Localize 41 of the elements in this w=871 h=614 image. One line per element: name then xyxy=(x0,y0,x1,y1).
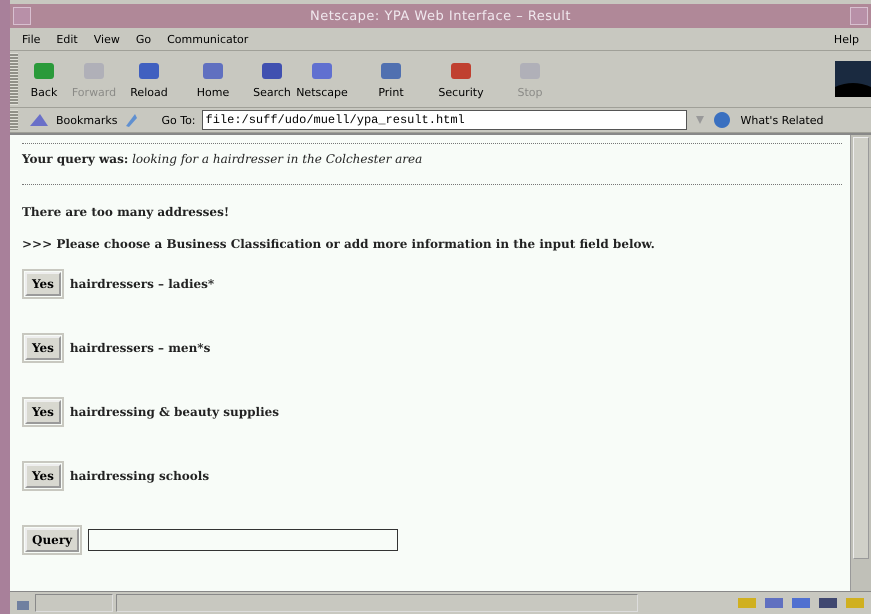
window-menu-button[interactable] xyxy=(13,7,31,25)
logo-icon xyxy=(835,61,871,97)
status-icon[interactable] xyxy=(762,595,786,611)
scrollbar[interactable] xyxy=(850,135,871,591)
query-button[interactable]: Query xyxy=(25,528,80,552)
url-field[interactable]: file:/suff/udo/muell/ypa_result.html xyxy=(202,110,687,130)
yes-button[interactable]: Yes xyxy=(25,400,61,424)
toolbar-button[interactable]: Security xyxy=(432,60,490,98)
window-title: Netscape: YPA Web Interface – Result xyxy=(308,8,572,24)
menu-item[interactable]: Communicator xyxy=(159,32,256,46)
menu-item[interactable]: Go xyxy=(128,32,160,46)
menu-item[interactable]: Help xyxy=(826,32,867,46)
minimize-button[interactable] xyxy=(850,7,868,25)
goto-label: Go To: xyxy=(161,114,196,126)
menu-item[interactable]: Edit xyxy=(48,32,86,46)
instruction-text: >>> Please choose a Business Classification or add more information in the input field below. xyxy=(22,237,656,251)
query-sentence: Your query was: looking for a hairdresser in the Colchester area xyxy=(22,152,424,166)
yes-button[interactable]: Yes xyxy=(25,336,61,360)
bookmarks-icon[interactable] xyxy=(28,112,50,128)
toolbar-button[interactable]: Back xyxy=(22,60,66,98)
menu-item[interactable]: View xyxy=(86,32,128,46)
status-icon[interactable] xyxy=(789,595,813,611)
yes-button[interactable]: Yes xyxy=(25,272,61,296)
toolbar-button[interactable]: Home xyxy=(176,60,250,98)
classification-label: hairdressers – ladies* xyxy=(70,277,214,291)
classification-label: hairdressing schools xyxy=(70,469,210,483)
classification-label: hairdressing & beauty supplies xyxy=(70,405,280,419)
toolbar-button[interactable]: Reload xyxy=(122,60,176,98)
toolbar-grip[interactable] xyxy=(10,110,18,130)
toolbar-button[interactable]: Netscape xyxy=(294,60,350,98)
whats-related-button[interactable]: What's Related xyxy=(740,114,824,126)
yes-button[interactable]: Yes xyxy=(25,464,61,488)
toolbar-button[interactable]: Print xyxy=(350,60,432,98)
toolbar-grip[interactable] xyxy=(10,53,18,105)
bookmarks-button[interactable]: Bookmarks xyxy=(56,114,118,126)
classification-label: hairdressers – men*s xyxy=(70,341,210,355)
warning-text: There are too many addresses! xyxy=(22,205,230,219)
toolbar-button[interactable]: Search xyxy=(250,60,294,98)
menu-item[interactable]: File xyxy=(14,32,48,46)
status-icon[interactable] xyxy=(816,595,840,611)
query-input-field[interactable] xyxy=(88,529,398,551)
